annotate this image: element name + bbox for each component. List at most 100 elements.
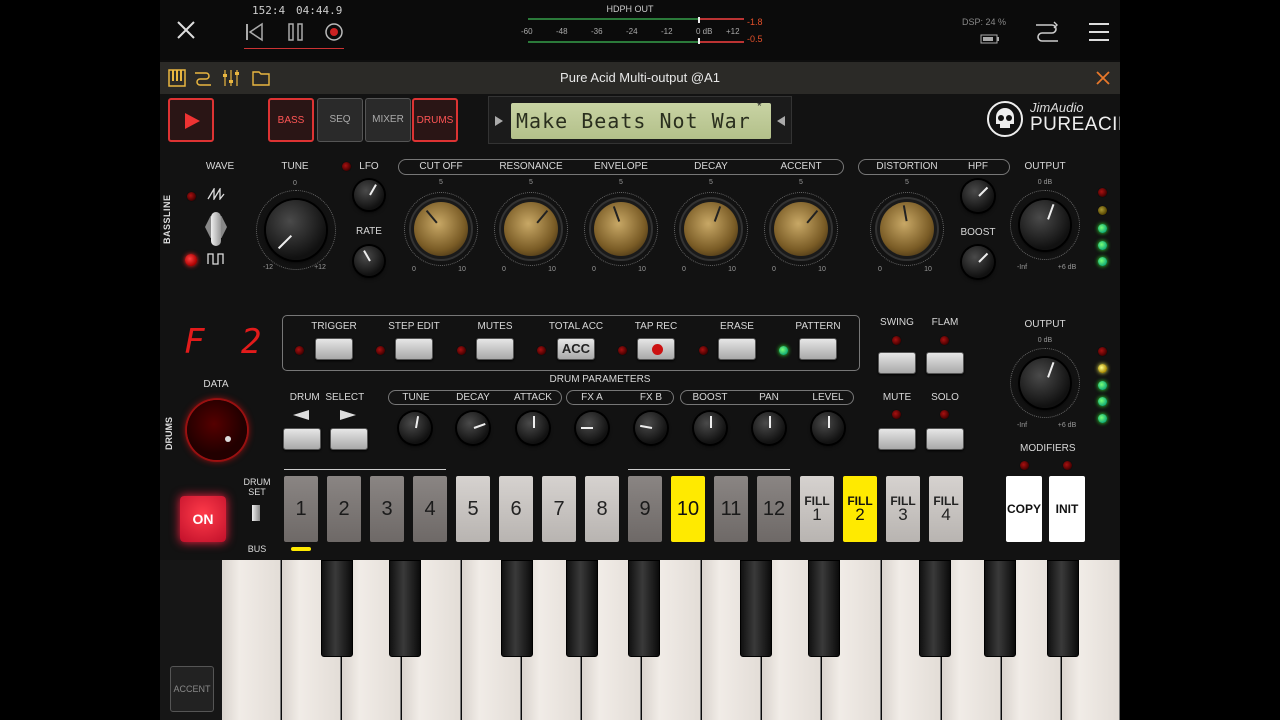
close-icon[interactable]	[1096, 71, 1110, 85]
routing-icon[interactable]	[1034, 20, 1060, 44]
pause-icon[interactable]	[286, 22, 306, 42]
drum-next-button[interactable]	[330, 428, 368, 450]
drum-boost-knob[interactable]	[694, 412, 726, 444]
close-icon[interactable]	[176, 20, 196, 40]
step-button-5[interactable]: 5	[456, 476, 490, 542]
fx-b-knob[interactable]	[635, 412, 667, 444]
fx-b-label: FX B	[631, 392, 671, 403]
bass-output-scale-max: +6 dB	[1057, 264, 1077, 271]
mixer-mode-button[interactable]: MIXER	[365, 98, 411, 142]
trigger-button[interactable]	[315, 338, 353, 360]
black-key[interactable]	[321, 560, 353, 657]
fx-a-knob[interactable]	[576, 412, 608, 444]
swing-button[interactable]	[878, 352, 916, 374]
drum-prev-arrow-icon	[293, 410, 309, 420]
drum-attack-label: ATTACK	[510, 392, 556, 403]
drum-tune-label: TUNE	[396, 392, 436, 403]
play-button[interactable]	[168, 98, 214, 142]
drum-tune-knob[interactable]	[399, 412, 431, 444]
knob-scale-min: 0	[772, 266, 776, 273]
accent-label: ACCENT	[771, 161, 831, 172]
record-icon[interactable]	[324, 22, 344, 42]
black-key[interactable]	[389, 560, 421, 657]
flam-button[interactable]	[926, 352, 964, 374]
knob-scale-min: 0	[878, 266, 882, 273]
step-group-bar	[628, 469, 790, 470]
total-acc-button[interactable]: ACC	[557, 338, 595, 360]
bass-mode-button[interactable]: BASS	[268, 98, 314, 142]
prev-pattern-icon[interactable]	[495, 116, 503, 126]
fill-button-3[interactable]: FILL 3	[886, 476, 920, 542]
drums-on-button[interactable]: ON	[180, 496, 226, 542]
drums-mode-button[interactable]: DRUMS	[412, 98, 458, 142]
drums-output-knob[interactable]	[1020, 358, 1070, 408]
knob-scale-min: 0	[592, 266, 596, 273]
step-button-7[interactable]: 7	[542, 476, 576, 542]
step-button-8[interactable]: 8	[585, 476, 619, 542]
erase-button[interactable]	[718, 338, 756, 360]
accent-button[interactable]: ACCENT	[170, 666, 214, 712]
knob-scale-max: 10	[924, 266, 932, 273]
fill-button-4[interactable]: FILL 4	[929, 476, 963, 542]
drum-prev-button[interactable]	[283, 428, 321, 450]
decay-label: DECAY	[681, 161, 741, 172]
meter-tick: -48	[556, 27, 568, 36]
envelope-knob[interactable]	[594, 202, 648, 256]
drum-decay-knob[interactable]	[457, 412, 489, 444]
next-pattern-icon[interactable]	[777, 116, 785, 126]
step-button-2[interactable]: 2	[327, 476, 361, 542]
step-button-3[interactable]: 3	[370, 476, 404, 542]
step-button-10[interactable]: 10	[671, 476, 705, 542]
solo-button[interactable]	[926, 428, 964, 450]
tap-rec-button[interactable]	[637, 338, 675, 360]
init-button[interactable]: INIT	[1049, 476, 1085, 542]
rewind-icon[interactable]	[244, 22, 264, 42]
step-button-1[interactable]: 1	[284, 476, 318, 542]
bass-output-knob[interactable]	[1020, 200, 1070, 250]
black-key[interactable]	[501, 560, 533, 657]
menu-icon[interactable]	[1088, 22, 1110, 42]
mutes-button[interactable]	[476, 338, 514, 360]
tune-knob[interactable]	[266, 200, 326, 260]
drum-level-knob[interactable]	[812, 412, 844, 444]
cutoff-knob[interactable]	[414, 202, 468, 256]
drum-set-bus-switch[interactable]	[252, 505, 260, 521]
white-key[interactable]	[222, 560, 281, 720]
waveform-toggle-switch[interactable]	[202, 212, 230, 248]
lfo-knob[interactable]	[354, 180, 384, 210]
step-button-11[interactable]: 11	[714, 476, 748, 542]
black-key[interactable]	[808, 560, 840, 657]
step-button-4[interactable]: 4	[413, 476, 447, 542]
step-button-12[interactable]: 12	[757, 476, 791, 542]
hpf-knob[interactable]	[962, 180, 994, 212]
black-key[interactable]	[566, 560, 598, 657]
black-key[interactable]	[919, 560, 951, 657]
step-edit-label: STEP EDIT	[388, 321, 440, 332]
fill-button-2[interactable]: FILL 2	[843, 476, 877, 542]
decay-knob[interactable]	[684, 202, 738, 256]
swing-led	[892, 336, 901, 345]
drum-pan-knob[interactable]	[753, 412, 785, 444]
knob-scale-min: 0	[412, 266, 416, 273]
boost-knob[interactable]	[962, 246, 994, 278]
resonance-knob[interactable]	[504, 202, 558, 256]
rate-knob[interactable]	[354, 246, 384, 276]
step-edit-button[interactable]	[395, 338, 433, 360]
pattern-name-display[interactable]: Make Beats Not War	[511, 103, 771, 139]
data-wheel[interactable]	[187, 400, 247, 460]
mute-button[interactable]	[878, 428, 916, 450]
pattern-button[interactable]	[799, 338, 837, 360]
step-button-6[interactable]: 6	[499, 476, 533, 542]
step-button-9[interactable]: 9	[628, 476, 662, 542]
fill-button-1[interactable]: FILL 1	[800, 476, 834, 542]
black-key[interactable]	[740, 560, 772, 657]
black-key[interactable]	[984, 560, 1016, 657]
copy-button[interactable]: COPY	[1006, 476, 1042, 542]
black-key[interactable]	[1047, 560, 1079, 657]
distortion-knob[interactable]	[880, 202, 934, 256]
trigger-led	[295, 346, 304, 355]
drum-attack-knob[interactable]	[517, 412, 549, 444]
black-key[interactable]	[628, 560, 660, 657]
accent-knob[interactable]	[774, 202, 828, 256]
seq-mode-button[interactable]: SEQ	[317, 98, 363, 142]
